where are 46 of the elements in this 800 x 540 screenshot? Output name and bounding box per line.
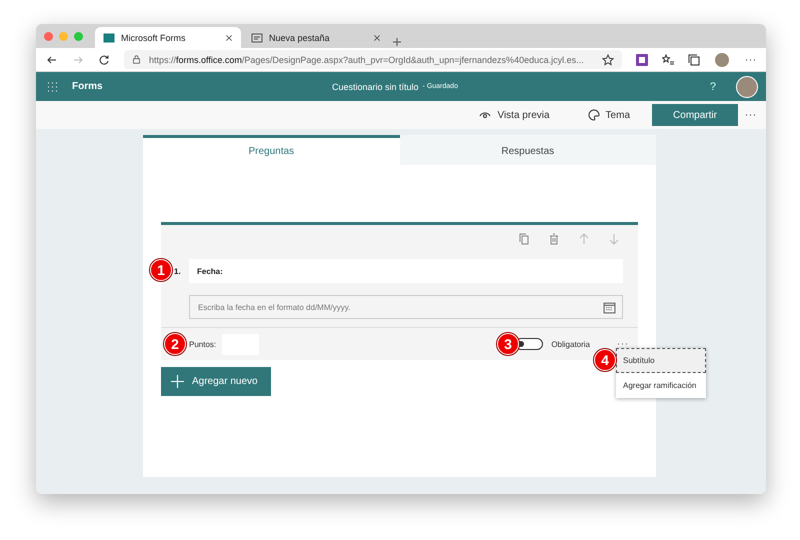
share-button[interactable]: Compartir [652,104,738,126]
address-field[interactable]: https://forms.office.com/Pages/DesignPage.aspx?auth_pvr=OrgId&auth_upn=jfernandezs%40educa.jcyl.es... [124,50,622,69]
avatar[interactable] [714,52,730,68]
avatar[interactable] [736,76,758,98]
required-label: Obligatoria [551,340,590,348]
question-number: 1. [174,266,182,276]
back-icon[interactable] [46,54,58,66]
reload-icon[interactable] [98,54,110,66]
plus-icon [171,375,184,388]
trash-icon[interactable] [548,233,560,245]
forms-icon [103,32,115,44]
command-button[interactable]: Tema [572,104,646,126]
app-name: Forms [72,81,104,92]
new-tab-icon[interactable] [391,36,403,48]
copy-icon[interactable] [518,233,530,245]
question-title-field[interactable]: Fecha: [189,259,623,283]
close-window-button[interactable] [44,32,53,40]
lock-icon [132,55,141,64]
arrow-down-icon[interactable] [608,233,620,245]
browser-tab[interactable]: Nueva pestaña [243,27,389,48]
favorites-icon[interactable] [662,54,674,66]
star-icon[interactable] [602,54,614,66]
close-icon [225,34,233,42]
help-button[interactable]: ? [710,80,716,92]
page-icon [251,32,263,44]
callout-badge: 4 [594,349,616,371]
callout-badge: 2 [164,333,186,355]
add-new-button[interactable]: Agregar nuevo [161,367,271,396]
browser-tab[interactable]: Microsoft Forms [95,27,241,48]
points-label: Puntos: [189,340,216,348]
app-launcher-icon[interactable] [46,80,58,92]
callout-badge: 1 [150,259,172,281]
extension-icon[interactable] [636,54,648,66]
menu-item[interactable]: Agregar ramificación [616,373,706,398]
form-tab[interactable]: Respuestas [400,135,656,165]
menu-item[interactable]: Subtítulo [616,348,706,373]
date-field[interactable]: Escriba la fecha en el formato dd/MM/yyyy. [189,295,623,319]
forward-icon[interactable] [72,54,84,66]
calendar-icon [603,301,616,314]
callout-badge: 3 [497,333,519,355]
close-icon [373,34,381,42]
arrow-up-icon[interactable] [578,233,590,245]
form-title: Cuestionario sin título [332,82,419,92]
command-button[interactable]: Vista previa [463,104,566,126]
collections-icon[interactable] [688,54,700,66]
palette-icon [588,109,600,121]
